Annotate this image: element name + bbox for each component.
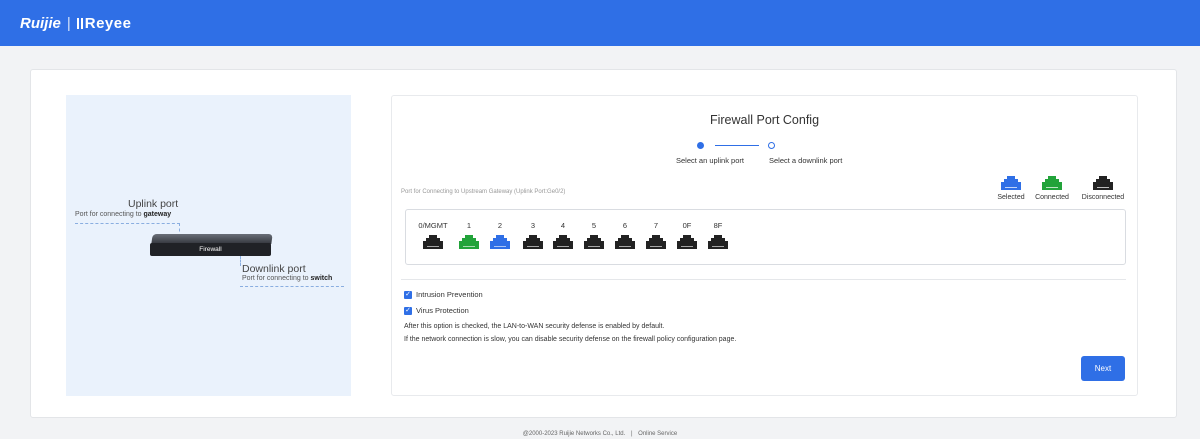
downlink-leader-line	[240, 286, 344, 287]
section-divider	[401, 279, 1126, 280]
downlink-desc-target: switch	[310, 275, 333, 282]
port-1[interactable]: 1	[456, 221, 482, 249]
legend-disconnected-label: Disconnected	[1081, 194, 1125, 201]
ethernet-port-icon	[423, 235, 443, 249]
top-header-bar: Ruijie | Reyee	[0, 0, 1200, 46]
legend-selected-label: Selected	[997, 194, 1025, 201]
uplink-leader-line	[75, 223, 180, 224]
security-note-1: After this option is checked, the LAN-to…	[404, 323, 665, 330]
virus-protection-checkbox[interactable]: ✓ Virus Protection	[404, 306, 469, 315]
downlink-port-desc: Port for connecting to switch	[242, 275, 332, 282]
port-label: 0/MGMT	[418, 221, 448, 230]
checkbox-checked-icon[interactable]: ✓	[404, 306, 412, 315]
uplink-desc-target: gateway	[143, 211, 172, 218]
port-6[interactable]: 6	[612, 221, 638, 249]
legend-disconnected: Disconnected	[1078, 176, 1128, 201]
ethernet-port-icon	[646, 235, 666, 249]
ethernet-port-icon	[553, 235, 573, 249]
ethernet-port-icon	[615, 235, 635, 249]
footer-separator: |	[630, 431, 633, 437]
ethernet-port-icon	[584, 235, 604, 249]
port-label: 2	[497, 221, 503, 230]
downlink-leader-vertical	[240, 256, 241, 266]
reyee-mark-icon	[76, 17, 83, 29]
step-2-label: Select a downlink port	[769, 156, 843, 165]
intrusion-prevention-checkbox[interactable]: ✓ Intrusion Prevention	[404, 290, 483, 299]
ethernet-port-icon	[1093, 176, 1113, 190]
port-label: 5	[591, 221, 597, 230]
port-8f[interactable]: 8F	[705, 221, 731, 249]
online-service-link[interactable]: Online Service	[638, 431, 677, 437]
port-label: 1	[466, 221, 472, 230]
port-label: 6	[622, 221, 628, 230]
brand-logo: Ruijie | Reyee	[20, 15, 131, 32]
port-5[interactable]: 5	[581, 221, 607, 249]
legend-connected: Connected	[1031, 176, 1073, 201]
port-7[interactable]: 7	[643, 221, 669, 249]
firewall-device-image: Firewall	[150, 243, 271, 256]
port-label: 7	[653, 221, 659, 230]
port-label: 3	[530, 221, 536, 230]
downlink-desc-prefix: Port for connecting to	[242, 275, 311, 282]
port-0-mgmt[interactable]: 0/MGMT	[413, 221, 453, 249]
port-2[interactable]: 2	[487, 221, 513, 249]
port-panel	[405, 209, 1126, 265]
page-footer: @2000-2023 Ruijie Networks Co., Ltd. | O…	[0, 431, 1200, 437]
uplink-port-title: Uplink port	[128, 198, 179, 210]
uplink-port-desc: Port for connecting to gateway	[75, 211, 171, 218]
copyright-text: @2000-2023 Ruijie Networks Co., Ltd.	[522, 431, 626, 437]
port-0f[interactable]: 0F	[674, 221, 700, 249]
step-1-indicator	[697, 142, 704, 149]
virus-protection-label: Virus Protection	[416, 306, 469, 315]
uplink-desc-prefix: Port for connecting to	[75, 211, 144, 218]
ethernet-port-icon	[490, 235, 510, 249]
port-3[interactable]: 3	[520, 221, 546, 249]
ethernet-port-icon	[523, 235, 543, 249]
ethernet-port-icon	[1042, 176, 1062, 190]
legend-connected-label: Connected	[1035, 194, 1069, 201]
step-1-label: Select an uplink port	[676, 156, 744, 165]
downlink-port-title: Downlink port	[242, 263, 306, 275]
ethernet-port-icon	[708, 235, 728, 249]
ethernet-port-icon	[677, 235, 697, 249]
checkbox-checked-icon[interactable]: ✓	[404, 290, 412, 299]
ethernet-port-icon	[1001, 176, 1021, 190]
step-connector	[715, 145, 759, 146]
intrusion-prevention-label: Intrusion Prevention	[416, 290, 483, 299]
logo-separator: |	[66, 14, 71, 32]
page-title: Firewall Port Config	[709, 113, 820, 127]
reyee-logo-text: Reyee	[84, 14, 132, 32]
security-note-2: If the network connection is slow, you c…	[404, 336, 737, 343]
port-4[interactable]: 4	[550, 221, 576, 249]
uplink-port-info: Port for Connecting to Upstream Gateway …	[401, 189, 566, 195]
port-label: 4	[560, 221, 566, 230]
ruijie-logo-text: Ruijie	[20, 14, 61, 32]
port-label: 8F	[713, 221, 723, 230]
reyee-logo: Reyee	[76, 14, 132, 32]
ethernet-port-icon	[459, 235, 479, 249]
next-button[interactable]: Next	[1081, 356, 1125, 381]
step-2-indicator	[768, 142, 775, 149]
port-label: 0F	[682, 221, 692, 230]
legend-selected: Selected	[996, 176, 1026, 201]
